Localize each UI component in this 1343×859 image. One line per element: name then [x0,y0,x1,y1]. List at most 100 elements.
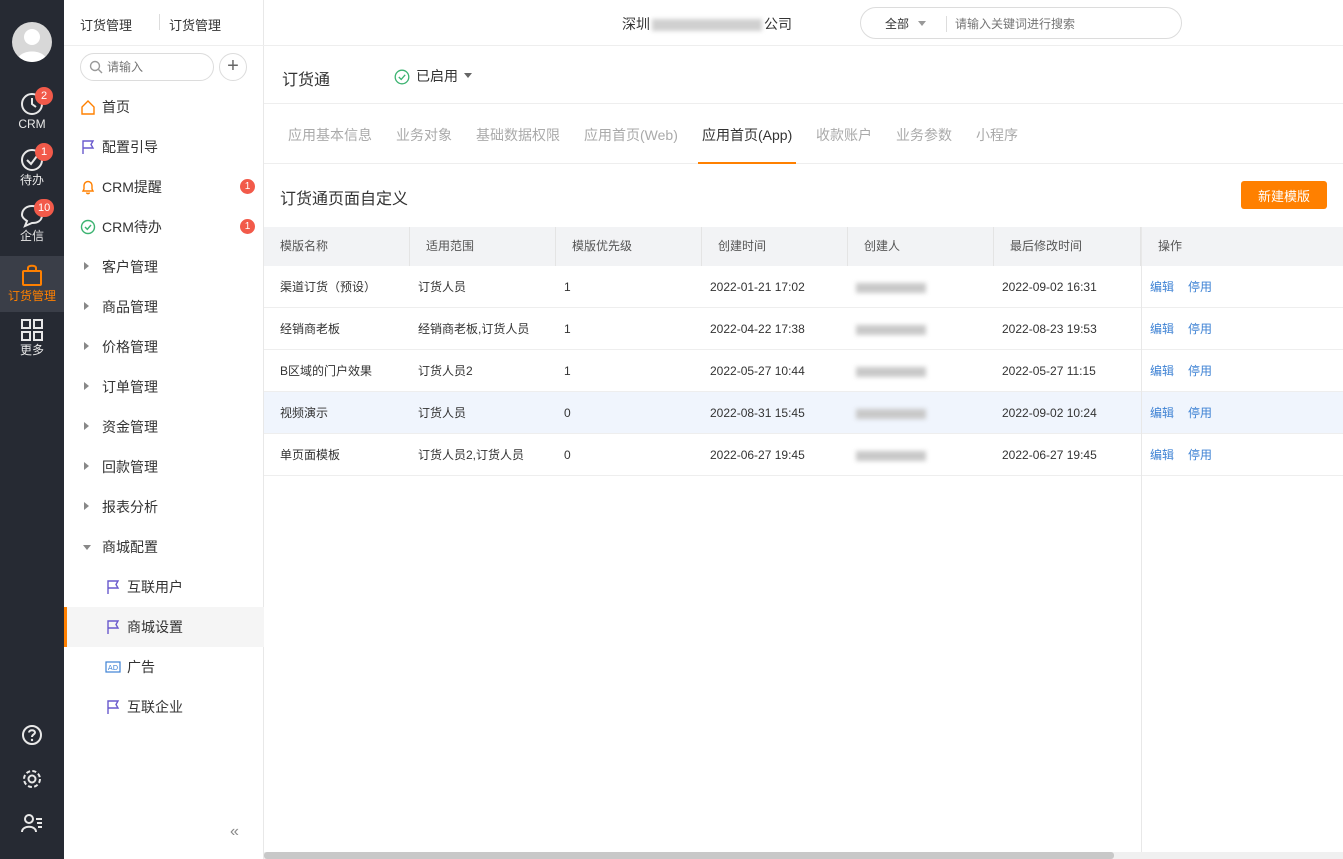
settings-button[interactable] [0,768,64,793]
caret-right-icon [84,302,89,310]
rail-item-order-management[interactable]: 订货管理 [0,256,64,312]
nav-item-fund-management[interactable]: 资金管理 [64,407,264,447]
user-list-button[interactable] [0,812,64,837]
nav-search-input[interactable] [107,58,207,76]
cell-name: B区域的门户效果 [280,364,373,378]
edit-link[interactable]: 编辑 [1150,322,1174,336]
ad-icon: AD [105,661,121,673]
search-icon [89,60,103,74]
cell-scope: 经销商老板,订货人员 [418,322,530,336]
column-header: 模版优先级 [556,227,702,266]
collapse-sidebar-button[interactable]: « [230,823,239,841]
nav-item-home[interactable]: 首页 [64,87,264,127]
caret-right-icon [84,422,89,430]
cell-priority: 1 [564,364,571,378]
nav-item-crm-todo[interactable]: CRM待办 1 [64,207,264,247]
scrollbar-thumb[interactable] [264,852,1114,859]
nav-title: 订货管理 [80,18,133,33]
table-row[interactable]: 视频演示 订货人员 0 2022-08-31 15:45 2022-09-02 … [264,392,1343,434]
bell-icon [81,180,95,195]
rail-item-label: 订货管理 [7,289,56,303]
rail-item-todo[interactable]: 待办 1 [0,143,64,202]
rail-item-label: 更多 [19,343,44,357]
flag-icon [107,620,120,634]
nav-subitem-linked-users[interactable]: 互联用户 [64,567,264,607]
tab-business-params[interactable]: 业务参数 [896,125,952,164]
table-row[interactable]: 单页面模板 订货人员2,订货人员 0 2022-06-27 19:45 2022… [264,434,1343,476]
flag-icon [107,580,120,594]
nav-item-price-management[interactable]: 价格管理 [64,327,264,367]
disable-link[interactable]: 停用 [1188,364,1212,378]
nav-item-label: 商城配置 [102,539,158,555]
redacted-text [856,408,926,419]
nav-item-setup-guide[interactable]: 配置引导 [64,127,264,167]
edit-link[interactable]: 编辑 [1150,406,1174,420]
help-icon [22,725,42,745]
nav-search [80,53,214,81]
table-row[interactable]: 经销商老板 经销商老板,订货人员 1 2022-04-22 17:38 2022… [264,308,1343,350]
nav-item-report-analysis[interactable]: 报表分析 [64,487,264,527]
notification-badge: 2 [35,87,53,105]
tab-bar: 应用基本信息 业务对象 基础数据权限 应用首页(Web) 应用首页(App) 收… [264,104,1343,164]
app-header: 订货通 已启用 [264,47,1343,104]
tab-business-objects[interactable]: 业务对象 [396,125,452,164]
nav-subitem-linked-enterprises[interactable]: 互联企业 [64,687,264,727]
global-search-input[interactable] [955,15,1155,33]
cell-creator [840,392,986,434]
cell-modified: 2022-09-02 16:31 [1002,280,1097,294]
table-row[interactable]: B区域的门户效果 订货人员2 1 2022-05-27 10:44 2022-0… [264,350,1343,392]
rail-item-messages[interactable]: 企信 10 [0,199,64,258]
disable-link[interactable]: 停用 [1188,406,1212,420]
tab-data-permissions[interactable]: 基础数据权限 [476,125,560,164]
cell-priority: 1 [564,280,571,294]
rail-item-crm[interactable]: CRM 2 [0,87,64,146]
nav-subtitle[interactable]: 订货管理 [169,15,221,34]
edit-link[interactable]: 编辑 [1150,448,1174,462]
tab-basic-info[interactable]: 应用基本信息 [288,125,372,164]
disable-link[interactable]: 停用 [1188,448,1212,462]
nav-item-label: 订单管理 [102,379,158,395]
table-row[interactable]: 渠道订货（预设） 订货人员 1 2022-01-21 17:02 2022-09… [264,266,1343,308]
column-header: 最后修改时间 [994,227,1141,266]
tab-mini-program[interactable]: 小程序 [976,125,1018,164]
app-name: 订货通 [282,72,331,89]
settings-icon [23,770,41,788]
avatar[interactable] [12,22,52,62]
rail-item-more[interactable]: 更多 [0,318,64,374]
nav-item-product-management[interactable]: 商品管理 [64,287,264,327]
nav-item-order-management[interactable]: 订单管理 [64,367,264,407]
rail-item-label: CRM [18,117,46,131]
help-button[interactable] [0,724,64,749]
company-name-start: 深圳 [622,16,650,32]
tab-home-app[interactable]: 应用首页(App) [698,125,797,164]
cell-modified: 2022-08-23 19:53 [1002,322,1097,336]
nav-item-label: 回款管理 [102,459,158,475]
nav-item-mall-config[interactable]: 商城配置 [64,527,264,567]
app-rail: CRM 2 待办 1 企信 10 订货管理 更多 [0,0,64,859]
new-template-button[interactable]: 新建模版 [1241,181,1327,209]
tab-home-web[interactable]: 应用首页(Web) [584,125,678,164]
home-icon [81,100,95,115]
cell-creator [840,350,986,392]
section-title: 订货通页面自定义 [280,191,409,208]
tab-payment-accounts[interactable]: 收款账户 [816,125,872,164]
nav-subitem-mall-settings[interactable]: 商城设置 [64,607,264,647]
divider [946,16,947,32]
edit-link[interactable]: 编辑 [1150,280,1174,294]
nav-item-crm-reminder[interactable]: CRM提醒 1 [64,167,264,207]
disable-link[interactable]: 停用 [1188,322,1212,336]
chevron-down-icon [464,73,472,78]
add-button[interactable]: + [219,53,247,81]
app-status-dropdown[interactable]: 已启用 [394,66,472,86]
nav-item-payment-management[interactable]: 回款管理 [64,447,264,487]
horizontal-scrollbar[interactable] [264,852,1343,859]
nav-subitem-ads[interactable]: AD 广告 [64,647,264,687]
cell-creator [840,434,986,476]
table-header: 模版名称 适用范围 模版优先级 创建时间 创建人 最后修改时间 操作 [264,227,1343,266]
search-scope-select[interactable]: 全部 [885,15,909,32]
nav-item-customer-management[interactable]: 客户管理 [64,247,264,287]
disable-link[interactable]: 停用 [1188,280,1212,294]
edit-link[interactable]: 编辑 [1150,364,1174,378]
nav-item-label: CRM提醒 [102,179,162,195]
chevron-down-icon[interactable] [918,21,926,26]
